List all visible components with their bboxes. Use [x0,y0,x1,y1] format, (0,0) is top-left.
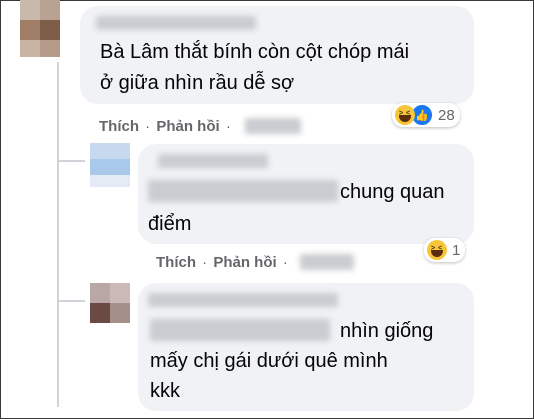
reaction-count: 28 [438,106,455,124]
author-name-blurred[interactable] [158,154,268,168]
author-name-blurred[interactable] [96,16,256,30]
comment-actions: Thích · Phản hồi · [99,118,233,135]
thread-branch-2 [57,300,85,302]
timestamp-blurred[interactable] [245,118,301,134]
separator-dot: · [202,254,208,271]
haha-icon: > < [395,105,415,125]
haha-icon: > < [427,240,447,260]
reaction-count: 1 [452,241,461,259]
comment-text-line: mấy chị gái dưới quê mình [150,350,388,372]
separator-dot: · [282,254,288,271]
comment-text-line: Bà Lâm thắt bính còn cột chóp mái [100,41,410,63]
thread-branch-1 [57,160,85,162]
reply-link[interactable]: Phản hồi [213,254,276,271]
comment-text-line: ở giữa nhìn rầu dễ sợ [100,72,295,94]
comment-text-line: kkk [150,380,180,402]
reply-link[interactable]: Phản hồi [156,118,219,135]
timestamp-blurred[interactable] [300,254,354,270]
comment-bubble: nhìn giống mấy chị gái dưới quê mình kkk [138,283,474,411]
author-name-blurred[interactable] [148,293,338,307]
avatar[interactable] [90,143,130,187]
reaction-summary[interactable]: > < 👍 28 [392,103,460,127]
comment-text-line: điểm [148,213,192,235]
thread-line [57,62,59,407]
avatar[interactable] [20,0,60,57]
mention-blurred[interactable] [148,180,338,202]
like-link[interactable]: Thích [99,118,139,135]
separator-dot: · [145,118,151,135]
comment-bubble: chung quan điểm [138,144,474,244]
mention-blurred[interactable] [150,319,330,341]
avatar[interactable] [90,283,130,323]
comment-text-line: nhìn giống [340,320,434,342]
comment-text-line: chung quan [340,181,445,203]
separator-dot: · [225,118,231,135]
reaction-summary[interactable]: > < 1 [424,238,466,262]
comment-bubble: Bà Lâm thắt bính còn cột chóp mái ở giữa… [80,6,474,104]
like-link[interactable]: Thích [156,254,196,271]
comment-actions: Thích · Phản hồi · [156,254,290,271]
